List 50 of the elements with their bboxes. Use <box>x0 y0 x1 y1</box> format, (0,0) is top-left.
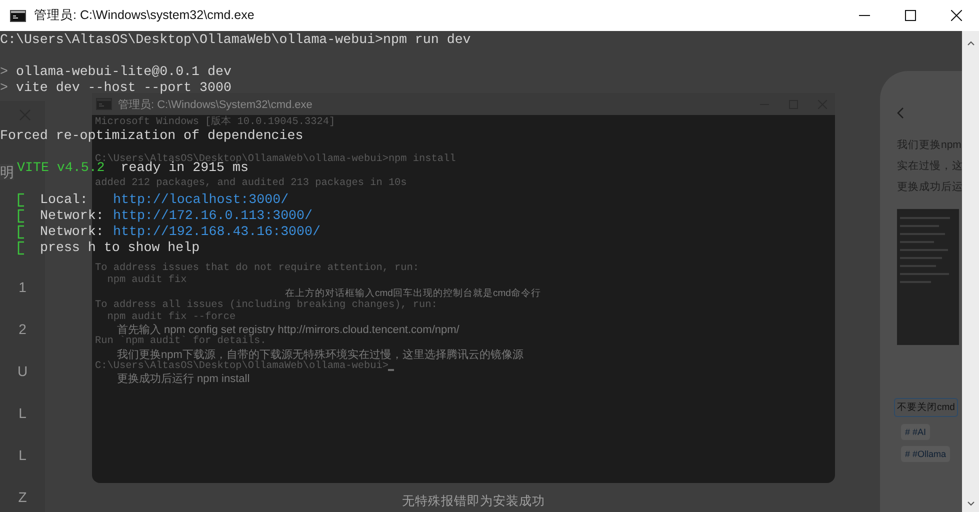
side-letter: U <box>17 362 28 381</box>
article-text: 首先输入 npm config set registry http://mirrors.cloud.tencent.com/npm/ <box>116 324 460 336</box>
terminal-line: To address all issues (including breaking changes), run: <box>95 300 438 312</box>
scrollbar[interactable] <box>962 31 979 512</box>
terminal-line: C:\Users\AltasOS\Desktop\OllamaWeb\ollama-webui>npm run dev <box>0 32 471 48</box>
window-title: 管理员: C:\Windows\System32\cmd.exe <box>118 98 312 112</box>
article-text: 我们更换npm下载源，自带的下载源无特殊环境实在过慢，这里选择腾讯云的镜像源 <box>117 348 524 361</box>
terminal-line: vite dev --host --port 3000 <box>16 80 232 96</box>
vite-version: VITE v4.5.2 <box>17 160 105 176</box>
url-label: Local: <box>40 192 89 208</box>
back-chevron-icon[interactable] <box>897 107 904 119</box>
terminal-line: Run `npm audit` for details. <box>95 336 266 349</box>
scroll-down-icon[interactable] <box>966 501 974 506</box>
url-label: Network: <box>40 224 105 240</box>
terminal-line: To address issues that do not require attention, run: <box>95 263 420 274</box>
side-letter: 2 <box>18 320 26 339</box>
console-icon <box>10 10 26 22</box>
side-letter: L <box>18 404 26 423</box>
server-url[interactable]: http://192.168.43.16:3000/ <box>113 224 320 240</box>
prompt-marker: > <box>0 80 8 96</box>
bracket-icon <box>17 193 25 207</box>
close-icon <box>950 10 962 21</box>
console-icon <box>96 98 112 110</box>
bracket-icon <box>17 225 25 239</box>
terminal-line: npm audit fix --force <box>106 312 236 324</box>
article-text: 更换成功后运行 npm install <box>116 372 250 386</box>
terminal-line: C:\Users\AltasOS\Desktop\OllamaWeb\ollama-webui> <box>95 360 388 373</box>
url-label: Network: <box>40 208 105 224</box>
server-url[interactable]: http://172.16.0.113:3000/ <box>113 208 312 224</box>
bracket-icon <box>17 241 25 255</box>
maximize-icon <box>904 10 916 21</box>
scroll-up-icon[interactable] <box>966 41 974 46</box>
server-url[interactable]: http://localhost:3000/ <box>113 192 289 208</box>
prompt-marker: > <box>0 64 8 80</box>
terminal-line: npm audit fix <box>106 275 187 288</box>
minimize-icon <box>858 15 870 16</box>
side-letter: 1 <box>18 278 26 297</box>
window-title: 管理员: C:\Windows\system32\cmd.exe <box>34 7 254 24</box>
terminal-line: added 212 packages, and audited 213 packages in 10s <box>95 178 407 190</box>
bracket-icon <box>17 209 25 223</box>
text-cursor <box>388 369 394 372</box>
terminal-line: press h to show help <box>40 240 200 256</box>
side-letter: L <box>18 446 26 465</box>
caption-text: 无特殊报错即为安装成功 <box>402 493 545 510</box>
side-letter: Z <box>18 488 27 507</box>
side-text: 明 <box>0 164 14 180</box>
terminal-line: Microsoft Windows [版本 10.0.19045.3324] <box>95 117 336 129</box>
article-text: 在上方的对话框输入cmd回车出现的控制台就是cmd命令行 <box>284 288 541 300</box>
terminal-line: Forced re-optimization of dependencies <box>0 128 304 144</box>
terminal-line: ollama-webui-lite@0.0.1 dev <box>16 64 232 80</box>
